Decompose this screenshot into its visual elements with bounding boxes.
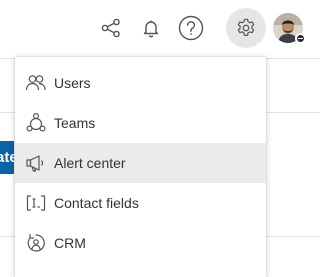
menu-item-users[interactable]: Users <box>15 63 266 103</box>
megaphone-icon <box>25 153 47 173</box>
teams-icon <box>25 112 47 133</box>
help-button[interactable] <box>173 10 209 46</box>
crm-icon <box>25 233 47 253</box>
settings-button[interactable] <box>226 8 266 48</box>
top-bar <box>0 0 320 58</box>
menu-item-teams[interactable]: Teams <box>15 103 266 143</box>
user-avatar[interactable] <box>273 13 306 44</box>
menu-item-label: Teams <box>54 115 96 131</box>
minus-circle-icon <box>295 33 306 44</box>
bell-icon <box>140 17 162 39</box>
menu-item-label: Users <box>54 75 91 91</box>
background-primary-button[interactable]: ate <box>0 141 14 174</box>
contact-fields-icon <box>25 193 47 213</box>
menu-item-label: Contact fields <box>54 195 139 211</box>
menu-item-label: Alert center <box>54 155 126 171</box>
users-icon <box>25 73 47 93</box>
menu-item-alert-center[interactable]: Alert center <box>15 143 266 183</box>
menu-item-label: CRM <box>54 235 86 251</box>
gear-icon <box>235 17 257 39</box>
share-icon <box>100 17 122 39</box>
share-button[interactable] <box>93 10 129 46</box>
settings-dropdown-menu: Users Teams Alert center Contact fields … <box>15 57 266 277</box>
menu-item-contact-fields[interactable]: Contact fields <box>15 183 266 223</box>
question-circle-icon <box>178 15 204 41</box>
menu-item-crm[interactable]: CRM <box>15 223 266 263</box>
notifications-button[interactable] <box>133 10 169 46</box>
